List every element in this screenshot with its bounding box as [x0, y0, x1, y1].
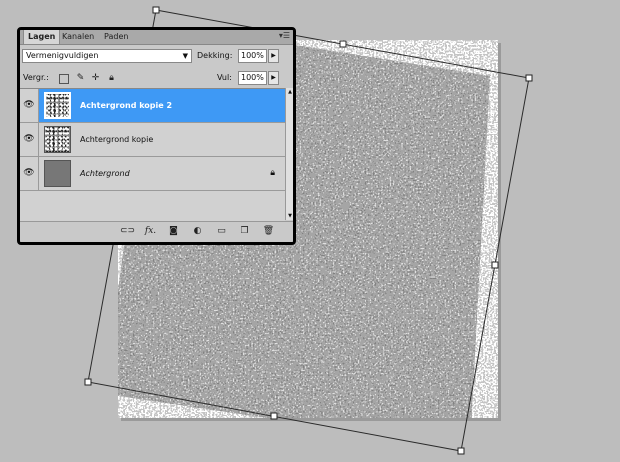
lock-label: Vergr.: [23, 73, 49, 82]
chevron-down-icon: ▼ [182, 52, 188, 60]
trash-icon[interactable]: 🗑︎ [262, 225, 275, 238]
tab-channels[interactable]: Kanalen [58, 30, 98, 44]
eye-icon[interactable]: 👁︎ [20, 157, 39, 190]
layers-panel: Lagen Kanalen Paden ▾☰ Vermenigvuldigen … [17, 27, 296, 245]
blend-mode-value: Vermenigvuldigen [26, 51, 99, 60]
add-mask-icon[interactable]: ◙ [167, 225, 180, 238]
transform-handle[interactable] [339, 40, 347, 48]
layer-row-achtergrond-kopie[interactable]: 👁︎ Achtergrond kopie [20, 123, 285, 157]
opacity-field[interactable]: 100% [238, 49, 267, 63]
lock-paint-icon[interactable]: ✎ [75, 73, 86, 84]
transform-handle[interactable] [270, 412, 278, 420]
layer-thumbnail [44, 92, 71, 119]
adjustment-layer-icon[interactable]: ◐ [191, 225, 204, 238]
transform-handle[interactable] [152, 6, 160, 14]
opacity-label: Dekking: [197, 51, 233, 60]
eye-icon[interactable]: 👁︎ [20, 123, 39, 156]
tab-paths[interactable]: Paden [100, 30, 132, 44]
lock-move-icon[interactable]: ✛ [90, 73, 101, 84]
layer-thumbnail [44, 126, 71, 153]
transform-handle[interactable] [84, 378, 92, 386]
layer-row-achtergrond[interactable]: 👁︎ Achtergrond 🔒︎ [20, 157, 285, 191]
layer-thumbnail [44, 160, 71, 187]
fill-field[interactable]: 100% [238, 71, 267, 85]
layer-row-achtergrond-kopie-2[interactable]: 👁︎ Achtergrond kopie 2 [20, 89, 285, 123]
transform-handle[interactable] [457, 447, 465, 455]
new-layer-icon[interactable]: ❐ [238, 225, 251, 238]
lock-transparency-icon[interactable] [59, 74, 69, 84]
transform-handle[interactable] [491, 261, 499, 269]
lock-all-icon[interactable]: 🔒︎ [106, 73, 117, 84]
panel-menu-icon[interactable]: ▾☰ [279, 31, 290, 40]
opacity-slider-button[interactable]: ▶ [268, 49, 279, 63]
tab-layers[interactable]: Lagen [23, 30, 61, 44]
link-layers-icon[interactable]: ⊂⊃ [120, 225, 135, 238]
scroll-down-icon[interactable]: ▼ [286, 213, 293, 219]
layer-name: Achtergrond kopie [80, 135, 154, 144]
fill-label: Vul: [217, 73, 232, 82]
fill-slider-button[interactable]: ▶ [268, 71, 279, 85]
panel-bottom-bar: ⊂⊃ fx. ◙ ◐ ▭ ❐ 🗑︎ [20, 221, 293, 242]
eye-icon[interactable]: 👁︎ [20, 89, 39, 122]
panel-tab-bar: Lagen Kanalen Paden ▾☰ [20, 30, 293, 45]
layers-scrollbar[interactable]: ▲ ▼ [285, 88, 293, 220]
transform-handle[interactable] [525, 74, 533, 82]
layers-list: 👁︎ Achtergrond kopie 2 👁︎ Achtergrond ko… [20, 88, 285, 221]
blend-mode-select[interactable]: Vermenigvuldigen ▼ [22, 49, 192, 63]
layer-name: Achtergrond [80, 169, 130, 178]
new-group-icon[interactable]: ▭ [215, 225, 228, 238]
lock-icon: 🔒︎ [270, 168, 275, 178]
scroll-up-icon[interactable]: ▲ [286, 89, 293, 95]
fx-icon[interactable]: fx. [144, 225, 157, 238]
layer-name: Achtergrond kopie 2 [80, 101, 173, 110]
